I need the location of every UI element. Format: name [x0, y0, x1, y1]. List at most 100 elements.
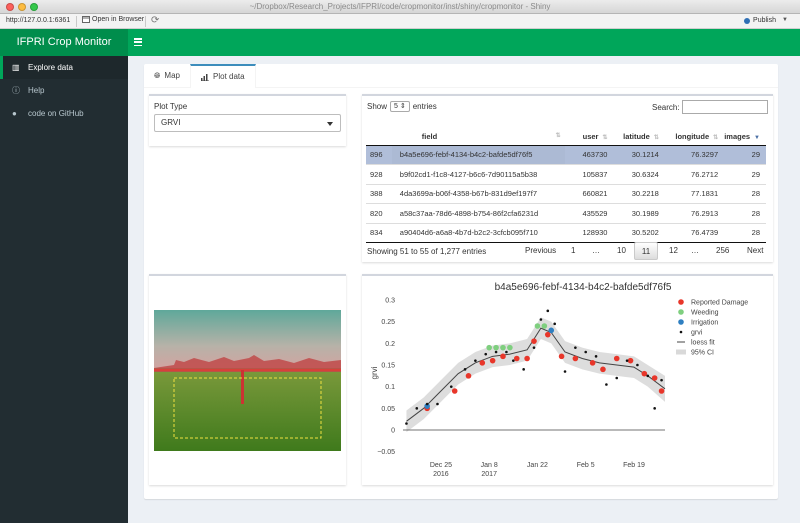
toolbar-divider — [145, 16, 146, 27]
legend-label: loess fit — [691, 340, 715, 347]
column-header-longitude[interactable]: longitude ⇅ — [664, 128, 725, 146]
grvi-point — [405, 422, 408, 425]
data-table-panel: Show 5 ⇕ entries Search: field ⇅ user ⇅ la… — [362, 94, 773, 262]
grvi-point — [436, 402, 439, 406]
show-label: Show — [367, 102, 388, 111]
reported-damage-point — [651, 375, 658, 381]
table-cell: 30.6324 — [613, 164, 665, 184]
pagination-ellipsis: … — [592, 246, 600, 255]
sort-icon: ⇅ — [653, 134, 659, 141]
sidebar-item-github[interactable]: ● code on GitHub — [0, 102, 128, 125]
grvi-point — [653, 407, 656, 410]
table-cell: 660821 — [564, 183, 614, 204]
reported-damage-point — [600, 366, 606, 373]
sidebar-item-help[interactable]: ⓘ Help — [0, 79, 128, 102]
grvi-chart: b4a5e696-febf-4134-b4c2-bafde5df76f5 grv… — [370, 282, 748, 478]
plot-type-value: GRVI — [161, 118, 181, 127]
table-cell: 30.2218 — [613, 183, 665, 204]
pagination-next[interactable]: Next — [742, 242, 768, 260]
reported-damage-point — [500, 353, 506, 360]
plot-type-select[interactable]: GRVI — [154, 114, 341, 132]
weeding-point — [534, 323, 541, 329]
page-length-select[interactable]: 5 ⇕ — [390, 101, 410, 112]
grvi-point — [594, 355, 598, 358]
legend-band-swatch — [676, 349, 686, 355]
grvi-point — [415, 407, 419, 410]
pagination-page[interactable]: 1 — [566, 242, 580, 260]
grvi-point — [532, 346, 536, 349]
length-control: Show 5 ⇕ entries — [367, 101, 437, 112]
legend-marker — [679, 330, 683, 334]
grvi-point — [425, 402, 429, 406]
legend-label: Weeding — [691, 310, 719, 317]
plot-type-label: Plot Type — [154, 102, 188, 111]
info-circle-icon: ⓘ — [12, 86, 20, 95]
sidebar: ▥ Explore data ⓘ Help ● code on GitHub — [0, 56, 128, 523]
pagination-current-page[interactable]: 11 — [634, 242, 658, 260]
header-label: latitude — [623, 131, 650, 141]
y-tick-label: 0.15 — [381, 363, 395, 370]
reported-damage-point — [558, 353, 565, 360]
y-tick-label: 0.2 — [385, 341, 395, 348]
table-cell: 77.1831 — [664, 183, 725, 204]
table-cell: 463730 — [564, 144, 614, 165]
tab-map[interactable]: 🌐︎ Map — [144, 64, 190, 88]
pagination-page[interactable]: 12 — [664, 242, 683, 260]
main-content: 🌐︎ Map Plot data Plot Type GRVI Show 5 ⇕… — [128, 56, 800, 523]
sidebar-toggle-icon[interactable] — [134, 38, 142, 47]
grvi-point — [646, 374, 650, 378]
legend-marker — [678, 319, 684, 325]
grvi-point — [463, 368, 467, 371]
table-row[interactable]: 388 4da3699a-b06f-4358-b67b-831d9ef197f7… — [366, 183, 766, 204]
y-axis-label: grvi — [370, 366, 379, 379]
grvi-point — [505, 350, 508, 354]
table-cell: 76.4739 — [664, 222, 725, 243]
pagination-page[interactable]: 256 — [711, 242, 734, 260]
page-length-value: 5 — [394, 103, 398, 110]
pagination-previous[interactable]: Previous — [520, 242, 561, 260]
bar-chart-icon — [201, 73, 209, 81]
pagination-ellipsis: … — [691, 246, 699, 255]
column-header-rownum[interactable] — [366, 128, 392, 146]
table-row[interactable]: 834 a90404d6-a6a8-4b7d-b2c2-3cfcb095f710… — [366, 222, 766, 243]
irrigation-point — [548, 327, 555, 334]
refresh-icon[interactable]: ⟳ — [151, 15, 159, 27]
column-header-latitude[interactable]: latitude ⇅ — [613, 128, 665, 146]
grvi-point — [574, 346, 577, 349]
table-row[interactable]: 928 b9f02cd1-f1c8-4127-b6c6-7d90115a5b38… — [366, 164, 766, 184]
reported-damage-point — [589, 360, 596, 366]
table-row[interactable]: 820 a58c37aa-78d6-4898-b754-86f2cfa6231d… — [366, 203, 766, 223]
column-header-images[interactable]: images ▼ — [724, 128, 766, 146]
column-header-user[interactable]: user ⇅ — [564, 128, 614, 146]
header-label: user — [582, 131, 599, 141]
search-input[interactable] — [682, 100, 768, 114]
publish-button[interactable]: Publish — [744, 17, 776, 24]
reported-damage-point — [479, 360, 486, 366]
grvi-point — [474, 359, 477, 362]
table-cell: 896 — [366, 144, 392, 165]
y-tick-label: 0.1 — [385, 384, 395, 391]
app-logo[interactable]: IFPRI Crop Monitor — [0, 29, 128, 56]
sidebar-item-explore-data[interactable]: ▥ Explore data — [0, 56, 128, 79]
table-cell: 28 — [724, 203, 766, 223]
table-cell: b9f02cd1-f1c8-4127-b6c6-7d90115a5b38 — [391, 164, 565, 184]
table-cell: 388 — [366, 183, 392, 204]
grvi-point — [584, 350, 588, 354]
chart-title: b4a5e696-febf-4134-b4c2-bafde5df76f5 — [495, 282, 672, 293]
weeding-point — [507, 344, 513, 351]
app-header: IFPRI Crop Monitor — [0, 29, 800, 56]
publish-dropdown-icon[interactable]: ▼ — [782, 17, 788, 23]
title-bar: ~/Dropbox/Research_Projects/IFPRI/code/c… — [0, 0, 800, 14]
browser-window-icon — [82, 16, 90, 23]
table-cell: 928 — [366, 164, 392, 184]
table-cell: b4a5e696-febf-4134-b4c2-bafde5df76f5 — [391, 144, 565, 165]
y-tick-label: 0.05 — [381, 406, 395, 413]
table-row[interactable]: 896 b4a5e696-febf-4134-b4c2-bafde5df76f5… — [366, 144, 766, 165]
toolbar-divider — [76, 16, 77, 27]
pagination-page[interactable]: 10 — [612, 242, 631, 260]
open-in-browser-button[interactable]: Open in Browser — [82, 16, 144, 23]
tab-plot-data[interactable]: Plot data — [190, 64, 256, 88]
column-header-field[interactable]: field ⇅ — [391, 128, 565, 146]
url-display: http://127.0.0.1:6361 — [6, 17, 71, 24]
reported-damage-point — [451, 388, 458, 394]
